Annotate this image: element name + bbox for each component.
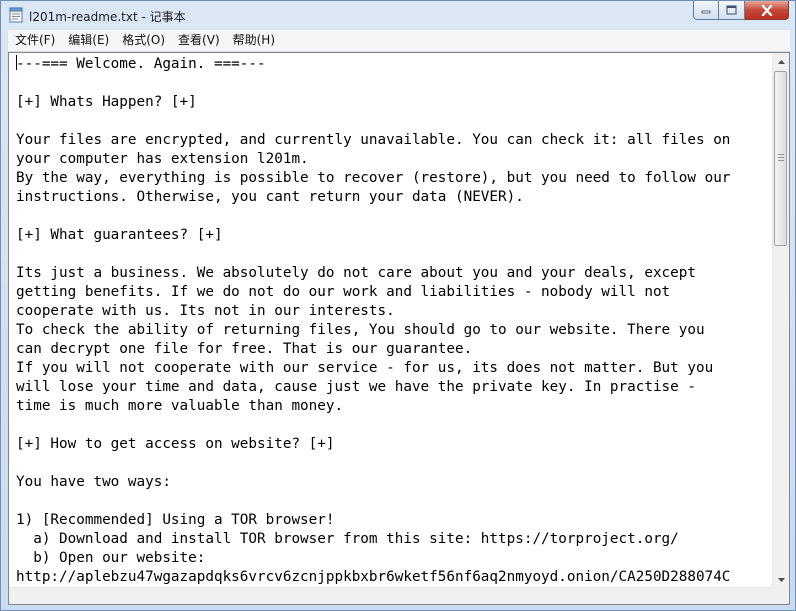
text-line: [+] What guarantees? [+] (16, 227, 223, 243)
arrow-down-icon (777, 577, 785, 582)
arrow-up-icon (777, 59, 785, 64)
text-line: ---=== Welcome. Again. ===--- (9, 55, 773, 74)
scroll-down-button[interactable] (773, 571, 789, 588)
horizontal-scrollbar[interactable] (9, 587, 773, 604)
text-line: Your files are encrypted, and currently … (16, 132, 731, 148)
text-line: b) Open our website: (16, 550, 206, 566)
grip-line (778, 160, 784, 161)
minimize-icon (701, 10, 711, 14)
title-bar[interactable]: l201m-readme.txt - 记事本 (1, 1, 795, 30)
close-icon (760, 4, 773, 16)
close-button[interactable] (745, 1, 789, 20)
text-line (9, 492, 773, 511)
text-line: will lose your time and data, cause just… (16, 379, 696, 395)
text-line: 1) [Recommended] Using a TOR browser! (16, 512, 335, 528)
text-line: By the way, everything is possible to re… (16, 170, 731, 186)
minimize-button[interactable] (693, 1, 719, 20)
text-line: [+] Whats Happen? [+] (16, 94, 197, 110)
text-line: your computer has extension l201m. (16, 151, 309, 167)
text-line: instructions. Otherwise, you cant return… (16, 189, 524, 205)
scroll-up-button[interactable] (773, 53, 789, 70)
scroll-thumb[interactable] (774, 71, 787, 246)
text-line: If you will not cooperate with our servi… (16, 360, 714, 376)
text-line: getting benefits. If we do not do our wo… (16, 284, 671, 300)
text-line: Its just a business. We absolutely do no… (16, 265, 696, 281)
editor-frame: ---=== Welcome. Again. ===--- [+] Whats H… (8, 52, 790, 605)
menu-view[interactable]: 查看(V) (171, 30, 226, 51)
vertical-scrollbar[interactable] (772, 53, 789, 588)
text-editor[interactable]: ---=== Welcome. Again. ===--- [+] Whats H… (9, 53, 773, 588)
scrollbar-corner (772, 587, 789, 604)
menu-bar: 文件(F) 编辑(E) 格式(O) 查看(V) 帮助(H) (8, 30, 790, 52)
notepad-icon (9, 7, 23, 23)
text-line (9, 454, 773, 473)
text-line: time is much more valuable than money. (16, 398, 344, 414)
grip-line (778, 154, 784, 155)
window-title: l201m-readme.txt - 记事本 (29, 10, 186, 24)
caption-buttons (693, 1, 789, 21)
text-line (9, 416, 773, 435)
text-line (9, 207, 773, 226)
text-line: [+] How to get access on website? [+] (16, 436, 335, 452)
text-line (9, 112, 773, 131)
text-line: http://aplebzu47wgazapdqks6vrcv6zcnjppkb… (16, 569, 731, 585)
text-line (9, 245, 773, 264)
maximize-icon (726, 5, 737, 15)
notepad-window: l201m-readme.txt - 记事本 文件(F) 编辑(E) 格式(O)… (0, 0, 796, 611)
menu-format[interactable]: 格式(O) (115, 30, 171, 51)
text-line: can decrypt one file for free. That is o… (16, 341, 473, 357)
text-line (9, 74, 773, 93)
text-line: cooperate with us. Its not in our intere… (16, 303, 395, 319)
menu-file[interactable]: 文件(F) (8, 30, 61, 51)
text-line: You have two ways: (16, 474, 171, 490)
menu-help[interactable]: 帮助(H) (226, 30, 281, 51)
grip-line (778, 157, 784, 158)
text-line: To check the ability of returning files,… (16, 322, 705, 338)
maximize-button[interactable] (719, 1, 745, 20)
menu-edit[interactable]: 编辑(E) (61, 30, 115, 51)
text-line: a) Download and install TOR browser from… (16, 531, 679, 547)
text-line-content: ---=== Welcome. Again. ===--- (16, 56, 266, 72)
